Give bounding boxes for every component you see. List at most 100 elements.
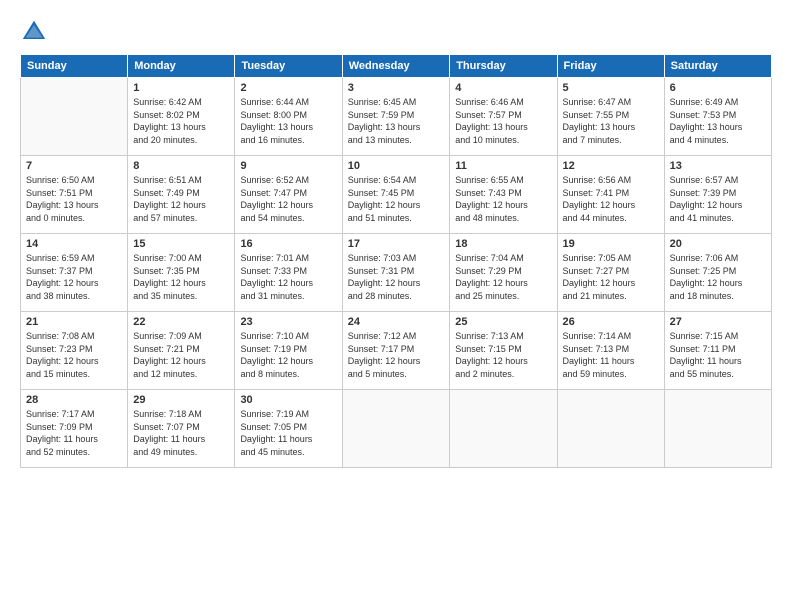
day-number: 9 (240, 160, 336, 172)
day-number: 19 (563, 238, 659, 250)
day-cell: 22Sunrise: 7:09 AMSunset: 7:21 PMDayligh… (128, 312, 235, 390)
day-number: 4 (455, 82, 551, 94)
day-number: 15 (133, 238, 229, 250)
day-info: Sunrise: 7:00 AMSunset: 7:35 PMDaylight:… (133, 252, 229, 302)
day-info: Sunrise: 6:54 AMSunset: 7:45 PMDaylight:… (348, 174, 445, 224)
day-cell: 7 Sunrise: 6:50 AMSunset: 7:51 PMDaylight… (21, 156, 128, 234)
day-info: Sunrise: 6:56 AMSunset: 7:41 PMDaylight:… (563, 174, 659, 224)
day-cell: 17 Sunrise: 7:03 AMSunset: 7:31 PMDayligh… (342, 234, 450, 312)
day-number: 29 (133, 394, 229, 406)
day-info: Sunrise: 7:10 AMSunset: 7:19 PMDaylight:… (240, 330, 336, 380)
day-cell: 5 Sunrise: 6:47 AMSunset: 7:55 PMDaylight… (557, 78, 664, 156)
day-cell (557, 390, 664, 468)
day-cell: 24Sunrise: 7:12 AMSunset: 7:17 PMDayligh… (342, 312, 450, 390)
day-cell: 6 Sunrise: 6:49 AMSunset: 7:53 PMDaylight… (664, 78, 771, 156)
week-row-1: 1 Sunrise: 6:42 AMSunset: 8:02 PMDaylight… (21, 78, 772, 156)
day-number: 18 (455, 238, 551, 250)
day-info: Sunrise: 6:52 AMSunset: 7:47 PMDaylight:… (240, 174, 336, 224)
day-info: Sunrise: 7:03 AMSunset: 7:31 PMDaylight:… (348, 252, 445, 302)
logo-icon (20, 18, 48, 46)
day-number: 7 (26, 160, 122, 172)
day-info: Sunrise: 6:45 AMSunset: 7:59 PMDaylight:… (348, 96, 445, 146)
day-cell: 15 Sunrise: 7:00 AMSunset: 7:35 PMDayligh… (128, 234, 235, 312)
day-number: 27 (670, 316, 766, 328)
day-info: Sunrise: 7:09 AMSunset: 7:21 PMDaylight:… (133, 330, 229, 380)
day-number: 8 (133, 160, 229, 172)
day-info: Sunrise: 6:50 AMSunset: 7:51 PMDaylight:… (26, 174, 122, 224)
day-info: Sunrise: 6:57 AMSunset: 7:39 PMDaylight:… (670, 174, 766, 224)
logo (20, 18, 52, 46)
day-number: 12 (563, 160, 659, 172)
day-cell (342, 390, 450, 468)
week-row-2: 7 Sunrise: 6:50 AMSunset: 7:51 PMDaylight… (21, 156, 772, 234)
day-cell: 9 Sunrise: 6:52 AMSunset: 7:47 PMDaylight… (235, 156, 342, 234)
day-cell (664, 390, 771, 468)
day-number: 2 (240, 82, 336, 94)
day-cell (450, 390, 557, 468)
day-number: 1 (133, 82, 229, 94)
day-cell: 26 Sunrise: 7:14 AMSunset: 7:13 PMDayligh… (557, 312, 664, 390)
week-row-4: 21 Sunrise: 7:08 AMSunset: 7:23 PMDayligh… (21, 312, 772, 390)
column-header-friday: Friday (557, 55, 664, 78)
day-cell: 14Sunrise: 6:59 AMSunset: 7:37 PMDayligh… (21, 234, 128, 312)
day-cell: 1 Sunrise: 6:42 AMSunset: 8:02 PMDaylight… (128, 78, 235, 156)
day-cell: 13 Sunrise: 6:57 AMSunset: 7:39 PMDayligh… (664, 156, 771, 234)
day-info: Sunrise: 6:47 AMSunset: 7:55 PMDaylight:… (563, 96, 659, 146)
day-info: Sunrise: 7:01 AMSunset: 7:33 PMDaylight:… (240, 252, 336, 302)
day-number: 21 (26, 316, 122, 328)
week-row-3: 14Sunrise: 6:59 AMSunset: 7:37 PMDayligh… (21, 234, 772, 312)
day-info: Sunrise: 7:15 AMSunset: 7:11 PMDaylight:… (670, 330, 766, 380)
day-cell: 2 Sunrise: 6:44 AMSunset: 8:00 PMDaylight… (235, 78, 342, 156)
week-row-5: 28 Sunrise: 7:17 AMSunset: 7:09 PMDayligh… (21, 390, 772, 468)
day-info: Sunrise: 6:49 AMSunset: 7:53 PMDaylight:… (670, 96, 766, 146)
column-header-saturday: Saturday (664, 55, 771, 78)
day-info: Sunrise: 7:04 AMSunset: 7:29 PMDaylight:… (455, 252, 551, 302)
column-header-monday: Monday (128, 55, 235, 78)
day-cell: 16 Sunrise: 7:01 AMSunset: 7:33 PMDayligh… (235, 234, 342, 312)
day-info: Sunrise: 7:08 AMSunset: 7:23 PMDaylight:… (26, 330, 122, 380)
day-number: 11 (455, 160, 551, 172)
header-row: SundayMondayTuesdayWednesdayThursdayFrid… (21, 55, 772, 78)
day-cell: 3 Sunrise: 6:45 AMSunset: 7:59 PMDaylight… (342, 78, 450, 156)
day-cell: 11Sunrise: 6:55 AMSunset: 7:43 PMDayligh… (450, 156, 557, 234)
day-number: 20 (670, 238, 766, 250)
day-cell: 27 Sunrise: 7:15 AMSunset: 7:11 PMDayligh… (664, 312, 771, 390)
day-number: 10 (348, 160, 445, 172)
day-info: Sunrise: 6:44 AMSunset: 8:00 PMDaylight:… (240, 96, 336, 146)
day-cell: 19Sunrise: 7:05 AMSunset: 7:27 PMDayligh… (557, 234, 664, 312)
day-number: 13 (670, 160, 766, 172)
day-info: Sunrise: 7:17 AMSunset: 7:09 PMDaylight:… (26, 408, 122, 458)
day-number: 23 (240, 316, 336, 328)
day-number: 5 (563, 82, 659, 94)
column-header-wednesday: Wednesday (342, 55, 450, 78)
day-number: 26 (563, 316, 659, 328)
header (20, 18, 772, 46)
day-cell: 10 Sunrise: 6:54 AMSunset: 7:45 PMDayligh… (342, 156, 450, 234)
column-header-tuesday: Tuesday (235, 55, 342, 78)
day-cell (21, 78, 128, 156)
day-info: Sunrise: 6:51 AMSunset: 7:49 PMDaylight:… (133, 174, 229, 224)
day-info: Sunrise: 6:46 AMSunset: 7:57 PMDaylight:… (455, 96, 551, 146)
day-cell: 4 Sunrise: 6:46 AMSunset: 7:57 PMDaylight… (450, 78, 557, 156)
day-number: 28 (26, 394, 122, 406)
day-number: 25 (455, 316, 551, 328)
day-number: 16 (240, 238, 336, 250)
page: SundayMondayTuesdayWednesdayThursdayFrid… (0, 0, 792, 612)
day-number: 17 (348, 238, 445, 250)
day-info: Sunrise: 7:19 AMSunset: 7:05 PMDaylight:… (240, 408, 336, 458)
day-info: Sunrise: 7:13 AMSunset: 7:15 PMDaylight:… (455, 330, 551, 380)
day-number: 24 (348, 316, 445, 328)
day-cell: 29 Sunrise: 7:18 AMSunset: 7:07 PMDayligh… (128, 390, 235, 468)
day-cell: 30 Sunrise: 7:19 AMSunset: 7:05 PMDayligh… (235, 390, 342, 468)
day-cell: 21 Sunrise: 7:08 AMSunset: 7:23 PMDayligh… (21, 312, 128, 390)
day-info: Sunrise: 7:18 AMSunset: 7:07 PMDaylight:… (133, 408, 229, 458)
day-number: 6 (670, 82, 766, 94)
day-cell: 25 Sunrise: 7:13 AMSunset: 7:15 PMDayligh… (450, 312, 557, 390)
day-cell: 8 Sunrise: 6:51 AMSunset: 7:49 PMDaylight… (128, 156, 235, 234)
day-cell: 12 Sunrise: 6:56 AMSunset: 7:41 PMDayligh… (557, 156, 664, 234)
day-info: Sunrise: 7:14 AMSunset: 7:13 PMDaylight:… (563, 330, 659, 380)
day-cell: 28 Sunrise: 7:17 AMSunset: 7:09 PMDayligh… (21, 390, 128, 468)
day-number: 30 (240, 394, 336, 406)
day-info: Sunrise: 6:42 AMSunset: 8:02 PMDaylight:… (133, 96, 229, 146)
day-number: 3 (348, 82, 445, 94)
